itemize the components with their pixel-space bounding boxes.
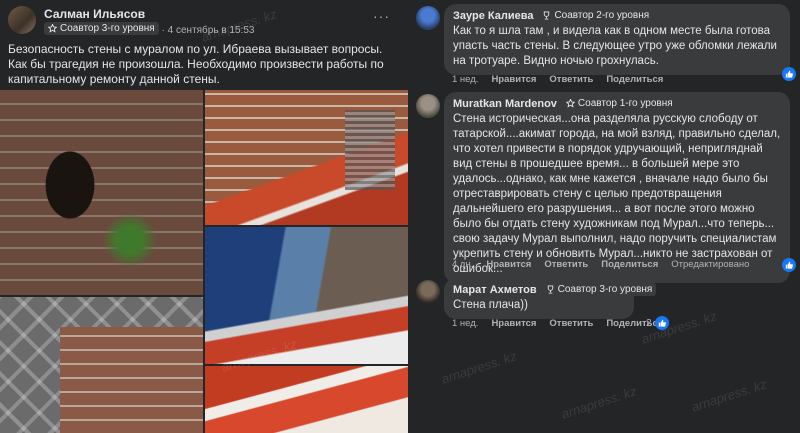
commenter-avatar[interactable] [416,6,440,30]
comment-text: Как то я шла там , и видела как в одном … [453,25,777,67]
photo-mural-bricks[interactable] [205,90,408,225]
comment-text: Стена плача)) [453,299,528,311]
like-reaction-icon[interactable] [782,67,796,81]
comment-text: Стена историческая...она разделяла русск… [453,113,781,275]
photo-blue-mural[interactable] [205,227,408,364]
post-card: Салман Ильясов Соавтор 3-го уровня · 4 с… [0,0,408,433]
comments-panel: Зауре Калиева Соавтор 2-го уровня Как то… [408,0,800,433]
meta-separator: · [161,25,165,36]
contributor-badge[interactable]: Соавтор 1-го уровня [561,97,677,110]
badge-trophy-icon [544,11,550,20]
photo-grey-mural[interactable] [0,297,203,433]
like-reaction-icon [654,316,669,330]
like-reaction-icon[interactable] [782,258,796,272]
comment-bubble: Марат Ахметов Соавтор 3-го уровня Стена … [444,278,657,319]
badge-star-icon [565,99,575,108]
comment-author-name[interactable]: Muratkan Mardenov [453,98,557,110]
contributor-badge[interactable]: Соавтор 3-го уровня [541,283,657,296]
badge-label: Соавтор 3-го уровня [557,284,653,295]
edited-label: Отредактировано [671,259,750,270]
like-button[interactable]: Нравится [491,318,536,329]
post-author-name[interactable]: Салман Ильясов [44,7,145,21]
reply-button[interactable]: Ответить [549,318,593,329]
comment-time[interactable]: 1 нед. [452,74,478,85]
photo-red-mural[interactable] [205,366,408,433]
like-button[interactable]: Нравится [486,259,531,270]
post-meta: Соавтор 3-го уровня · 4 сентябрь в 15:53 [44,22,254,36]
photo-grid [0,90,408,433]
badge-star-icon [48,24,57,33]
comment-actions: 1 нед. Нравится Ответить Поделиться [452,318,663,329]
comment-author-row: Марат Ахметов Соавтор 3-го уровня [453,283,657,296]
more-options-icon[interactable]: ··· [373,8,390,24]
reaction-count: 2 [646,317,652,329]
badge-label: Соавтор 2-го уровня [554,10,650,21]
photo-wall-hole[interactable] [0,90,203,295]
badge-label: Соавтор 3-го уровня [60,23,155,34]
share-button[interactable]: Поделиться [606,74,663,85]
reply-button[interactable]: Ответить [549,74,593,85]
post-text: Безопасность стены с муралом по ул. Ибра… [8,42,384,86]
comment-time[interactable]: 4 дн. [452,259,473,270]
comment-author-row: Muratkan Mardenov Соавтор 1-го уровня [453,97,781,110]
comment-actions: 1 нед. Нравится Ответить Поделиться [452,74,663,85]
comment-author-name[interactable]: Зауре Калиева [453,10,533,22]
reactions-count[interactable]: 2 [646,316,669,330]
comment-actions: 4 дн. Нравится Ответить Поделиться Отред… [452,259,749,270]
comment-bubble: Muratkan Mardenov Соавтор 1-го уровня Ст… [444,92,790,283]
contributor-badge[interactable]: Соавтор 2-го уровня [538,9,654,22]
comment-author-row: Зауре Калиева Соавтор 2-го уровня [453,9,781,22]
comment-author-name[interactable]: Марат Ахметов [453,284,537,296]
contributor-badge[interactable]: Соавтор 3-го уровня [44,22,159,35]
badge-label: Соавтор 1-го уровня [577,98,673,109]
comment-time[interactable]: 1 нед. [452,318,478,329]
like-button[interactable]: Нравится [491,74,536,85]
share-button[interactable]: Поделиться [601,259,658,270]
badge-trophy-icon [547,285,553,294]
post-date[interactable]: 4 сентябрь в 15:53 [168,25,255,36]
post-header: Салман Ильясов Соавтор 3-го уровня · 4 с… [8,6,408,36]
commenter-avatar[interactable] [416,280,440,304]
commenter-avatar[interactable] [416,94,440,118]
author-avatar[interactable] [8,6,36,34]
reply-button[interactable]: Ответить [544,259,588,270]
comment-bubble: Зауре Калиева Соавтор 2-го уровня Как то… [444,4,790,75]
